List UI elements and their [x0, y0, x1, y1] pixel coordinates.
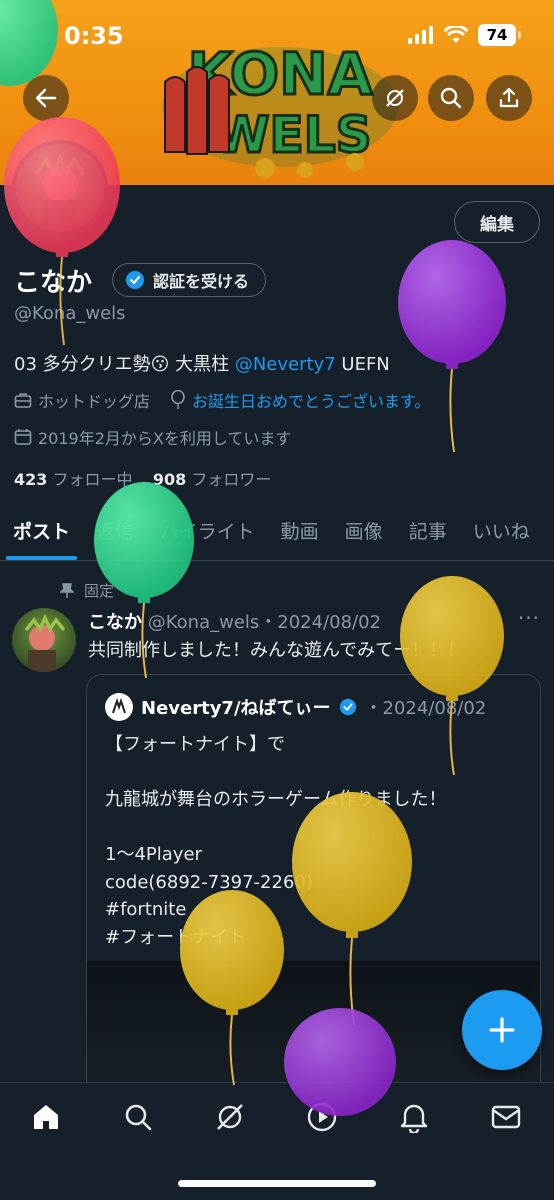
bio-mention-link[interactable]: @Neverty7 [235, 354, 336, 375]
video-icon [307, 1102, 337, 1132]
bio-prefix: 03 多分クリエ勢😗 大黒柱 [14, 354, 235, 375]
grok-icon [386, 89, 404, 107]
get-verified-button[interactable]: 認証を受ける [112, 263, 267, 297]
nav-home[interactable] [28, 1099, 64, 1135]
bio-suffix: UEFN [335, 354, 390, 375]
status-icons: 74 [408, 24, 521, 46]
search-icon [440, 87, 462, 109]
quoted-post-date: ・2024/08/02 [364, 698, 487, 719]
joined-row: 2019年2月からXを利用しています [14, 425, 291, 449]
briefcase-icon [14, 393, 32, 408]
compose-button[interactable] [462, 990, 542, 1070]
banner-logo: KONA WELS [155, 12, 405, 182]
pin-icon [60, 582, 74, 598]
post-more-button[interactable]: ··· [518, 606, 540, 630]
quoted-author-name: Neverty7/ねばてぃー [141, 698, 331, 719]
profile-tabs: ポスト 返信 ハイライト 動画 画像 記事 いいね [0, 505, 554, 561]
quoted-post-text: 【フォートナイト】で 九龍城が舞台のホラーゲーム作りました！ 1〜4Player… [105, 734, 447, 948]
followers-count: 908 [152, 470, 187, 489]
followers-label: フォロワー [191, 470, 272, 489]
tab-highlights[interactable]: ハイライト [147, 505, 268, 560]
post-author-meta: @Kona_wels・2024/08/02 [147, 612, 382, 633]
balloon-icon [171, 390, 185, 409]
grok-button[interactable] [372, 75, 418, 121]
post-text: 共同制作しました！みんな遊んでみてー！！！ [88, 640, 466, 661]
nav-messages[interactable] [488, 1099, 524, 1135]
verified-badge-icon [126, 271, 144, 289]
plus-icon [489, 1017, 515, 1043]
balloon-purple-top [398, 240, 506, 453]
following-link[interactable]: 423 フォロー中 [14, 470, 133, 489]
home-icon [34, 1105, 58, 1129]
tab-articles[interactable]: 記事 [396, 505, 460, 560]
profile-handle: @Kona_wels [14, 303, 126, 324]
post-author-avatar[interactable] [12, 608, 76, 672]
battery-icon: 74 [478, 24, 521, 46]
status-time: 0:35 [64, 22, 124, 50]
profile-bio: 03 多分クリエ勢😗 大黒柱 @Neverty7 UEFN [14, 350, 390, 376]
quoted-post-header: Neverty7/ねばてぃー ・2024/08/02 [105, 693, 486, 721]
joined-date: 2019年2月からXを利用しています [38, 429, 292, 448]
following-label: フォロー中 [52, 470, 133, 489]
post-author-name[interactable]: こなか [88, 612, 142, 633]
tab-posts[interactable]: ポスト [0, 505, 83, 560]
messages-icon [491, 1105, 521, 1129]
search-icon [125, 1104, 152, 1131]
get-verified-label: 認証を受ける [153, 272, 250, 291]
home-indicator [178, 1180, 376, 1187]
wifi-icon [444, 26, 468, 43]
following-count: 423 [14, 470, 48, 489]
profile-name: こなか [14, 268, 93, 298]
share-button[interactable] [486, 75, 532, 121]
notifications-icon [400, 1104, 428, 1133]
tab-photos[interactable]: 画像 [332, 505, 396, 560]
pinned-indicator: 固定 [60, 580, 114, 601]
post-header: こなか @Kona_wels・2024/08/02 [88, 608, 381, 634]
followers-link[interactable]: 908 フォロワー [153, 470, 272, 489]
nav-search[interactable] [120, 1099, 156, 1135]
search-button[interactable] [428, 75, 474, 121]
tab-videos[interactable]: 動画 [268, 505, 332, 560]
tab-replies[interactable]: 返信 [83, 505, 147, 560]
tab-likes[interactable]: いいね [460, 505, 543, 560]
calendar-icon [14, 429, 32, 445]
nav-video[interactable] [304, 1099, 340, 1135]
verified-badge-icon [339, 698, 356, 716]
profile-avatar[interactable] [12, 140, 108, 236]
profile-meta-row: ホットドッグ店 お誕生日おめでとうございます。 [14, 388, 430, 412]
follow-stats: 423 フォロー中 908 フォロワー [14, 466, 271, 490]
share-icon [499, 87, 519, 108]
signal-icon [408, 26, 433, 44]
logo-text-bottom: WELS [214, 106, 371, 164]
edit-profile-button[interactable]: 編集 [454, 201, 540, 243]
birthday-text[interactable]: お誕生日おめでとうございます。 [192, 388, 430, 412]
quoted-author-avatar [105, 693, 133, 721]
grok-icon [217, 1104, 243, 1130]
nav-notifications[interactable] [396, 1099, 432, 1135]
nav-grok[interactable] [212, 1099, 248, 1135]
profile-category: ホットドッグ店 [38, 392, 151, 411]
back-arrow-icon [35, 88, 57, 108]
pinned-label: 固定 [84, 582, 115, 600]
back-button[interactable] [23, 75, 69, 121]
